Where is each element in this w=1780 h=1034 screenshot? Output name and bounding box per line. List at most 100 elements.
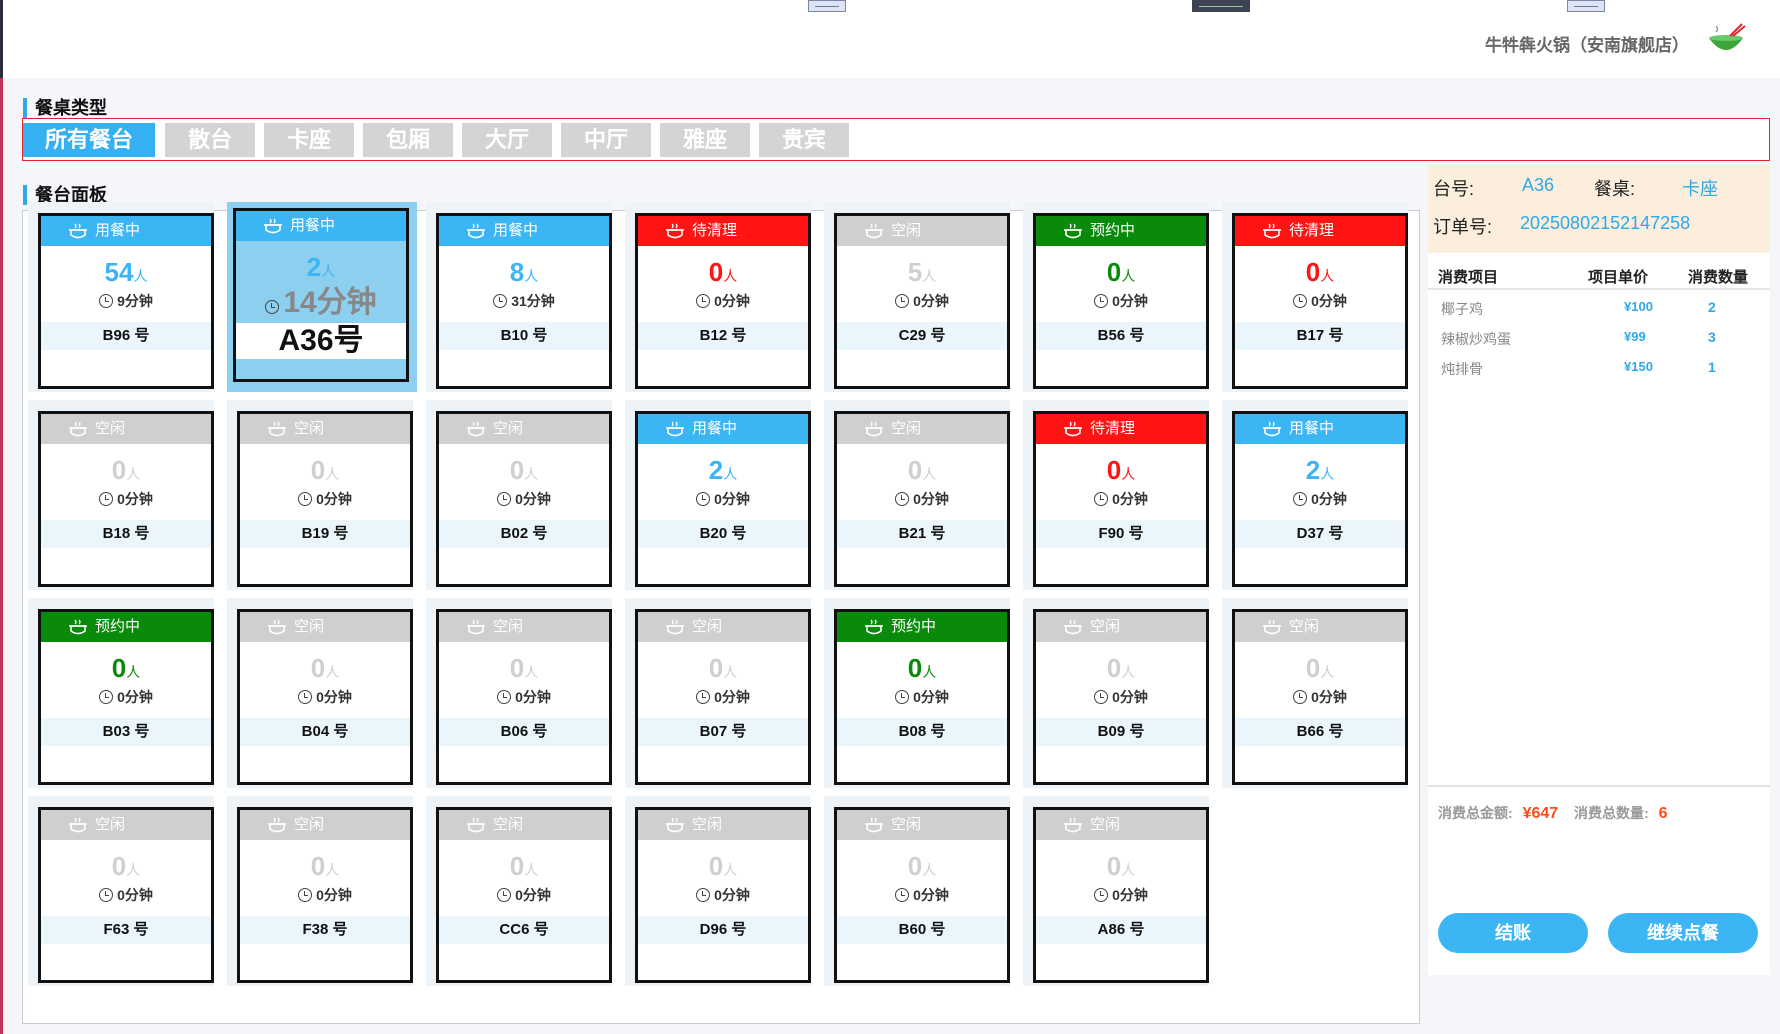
table-card[interactable]: 待清理 0人 0分钟 B12 号 xyxy=(635,213,811,389)
clock-icon xyxy=(99,690,114,704)
list-item[interactable]: 椰子鸡 ¥100 2 xyxy=(1428,293,1770,323)
table-card[interactable]: 空闲 0人 0分钟 B60 号 xyxy=(834,807,1010,983)
table-status-header: 用餐中 xyxy=(236,211,406,241)
people-count: 0 xyxy=(509,455,525,485)
continue-order-button[interactable]: 继续点餐 xyxy=(1608,913,1758,953)
table-cell: 用餐中 2人 0分钟 B20 号 xyxy=(625,400,811,590)
duration-value: 0分钟 xyxy=(1112,887,1148,903)
table-people: 0人 xyxy=(240,454,410,486)
table-card[interactable]: 用餐中 54人 9分钟 B96 号 xyxy=(38,213,214,389)
table-duration: 0分钟 xyxy=(41,882,211,908)
table-status-header: 空闲 xyxy=(1036,810,1206,840)
table-card[interactable]: 空闲 0人 0分钟 B09 号 xyxy=(1033,609,1209,785)
table-card[interactable]: 用餐中 2人 14分钟 A36号 xyxy=(227,202,417,392)
table-card[interactable]: 空闲 0人 0分钟 F63 号 xyxy=(38,807,214,983)
table-card[interactable]: 空闲 0人 0分钟 B66 号 xyxy=(1232,609,1408,785)
table-card[interactable]: 空闲 0人 0分钟 B06 号 xyxy=(436,609,612,785)
items-header: 消费项目 项目单价 消费数量 xyxy=(1428,260,1770,290)
duration-value: 0分钟 xyxy=(913,293,949,309)
table-status: 空闲 xyxy=(294,816,325,833)
tab-0[interactable]: 所有餐台 xyxy=(23,123,155,157)
list-item[interactable]: 炖排骨 ¥150 1 xyxy=(1428,353,1770,383)
checkout-button[interactable]: 结账 xyxy=(1438,913,1588,953)
table-people: 0人 xyxy=(837,850,1007,882)
tab-3[interactable]: 包厢 xyxy=(363,123,453,157)
table-status: 空闲 xyxy=(891,816,922,833)
table-duration: 9分钟 xyxy=(41,288,211,314)
tab-5[interactable]: 中厅 xyxy=(561,123,651,157)
total-qty-label: 消费总数量: xyxy=(1574,805,1649,821)
table-name: A86 号 xyxy=(1036,916,1206,944)
table-duration: 0分钟 xyxy=(1036,882,1206,908)
table-card[interactable]: 预约中 0人 0分钟 B08 号 xyxy=(834,609,1010,785)
table-card[interactable]: 预约中 0人 0分钟 B03 号 xyxy=(38,609,214,785)
window-icon[interactable] xyxy=(808,0,846,12)
table-card[interactable]: 空闲 0人 0分钟 B07 号 xyxy=(635,609,811,785)
clock-icon xyxy=(497,690,512,704)
tab-7[interactable]: 贵宾 xyxy=(759,123,849,157)
table-card[interactable]: 待清理 0人 0分钟 F90 号 xyxy=(1033,411,1209,587)
table-card[interactable]: 用餐中 2人 0分钟 D37 号 xyxy=(1232,411,1408,587)
table-status-header: 用餐中 xyxy=(41,216,211,246)
window-icon[interactable] xyxy=(1567,0,1605,12)
table-status: 空闲 xyxy=(1090,816,1121,833)
table-card[interactable]: 预约中 0人 0分钟 B56 号 xyxy=(1033,213,1209,389)
clock-icon xyxy=(1094,888,1109,902)
table-card[interactable]: 空闲 0人 0分钟 CC6 号 xyxy=(436,807,612,983)
table-duration: 0分钟 xyxy=(837,684,1007,710)
people-unit: 人 xyxy=(1121,268,1136,284)
table-card[interactable]: 空闲 0人 0分钟 D96 号 xyxy=(635,807,811,983)
people-unit: 人 xyxy=(922,466,937,482)
order-no-value: 20250802152147258 xyxy=(1520,213,1691,233)
table-cell: 预约中 0人 0分钟 B08 号 xyxy=(824,598,1010,788)
table-card[interactable]: 空闲 0人 0分钟 B02 号 xyxy=(436,411,612,587)
table-card[interactable]: 用餐中 2人 0分钟 B20 号 xyxy=(635,411,811,587)
tab-6[interactable]: 雅座 xyxy=(660,123,750,157)
people-count: 0 xyxy=(310,455,326,485)
table-people: 0人 xyxy=(240,850,410,882)
table-status: 空闲 xyxy=(692,816,723,833)
people-count: 0 xyxy=(111,851,127,881)
table-no-label: 台号: xyxy=(1433,179,1475,199)
table-card[interactable]: 空闲 0人 0分钟 F38 号 xyxy=(237,807,413,983)
people-count: 0 xyxy=(708,653,724,683)
list-item[interactable]: 辣椒炒鸡蛋 ¥99 3 xyxy=(1428,323,1770,353)
table-card[interactable]: 空闲 0人 0分钟 B04 号 xyxy=(237,609,413,785)
table-cell: 空闲 0人 0分钟 CC6 号 xyxy=(426,796,612,986)
table-card[interactable]: 空闲 0人 0分钟 B19 号 xyxy=(237,411,413,587)
tab-4[interactable]: 大厅 xyxy=(462,123,552,157)
table-cell: 预约中 0人 0分钟 B56 号 xyxy=(1023,202,1209,392)
people-unit: 人 xyxy=(126,664,141,680)
table-card[interactable]: 待清理 0人 0分钟 B17 号 xyxy=(1232,213,1408,389)
people-unit: 人 xyxy=(723,862,738,878)
bowl-logo-icon xyxy=(1709,23,1746,50)
hotpot-icon xyxy=(264,218,282,234)
people-unit: 人 xyxy=(524,862,539,878)
people-unit: 人 xyxy=(723,268,738,284)
table-duration: 0分钟 xyxy=(638,486,808,512)
table-card[interactable]: 空闲 0人 0分钟 A86 号 xyxy=(1033,807,1209,983)
table-cell: 空闲 0人 0分钟 B66 号 xyxy=(1222,598,1408,788)
table-card[interactable]: 空闲 0人 0分钟 B18 号 xyxy=(38,411,214,587)
hotpot-icon xyxy=(1064,421,1082,437)
duration-value: 0分钟 xyxy=(316,689,352,705)
people-count: 0 xyxy=(310,851,326,881)
duration-value: 0分钟 xyxy=(1311,491,1347,507)
table-card[interactable]: 空闲 5人 0分钟 C29 号 xyxy=(834,213,1010,389)
table-name: D96 号 xyxy=(638,916,808,944)
table-duration: 0分钟 xyxy=(1036,486,1206,512)
tab-2[interactable]: 卡座 xyxy=(264,123,354,157)
clock-icon xyxy=(298,888,313,902)
table-name: B02 号 xyxy=(439,520,609,548)
table-status-header: 空闲 xyxy=(439,810,609,840)
clock-icon xyxy=(497,888,512,902)
table-status-header: 预约中 xyxy=(41,612,211,642)
table-people: 0人 xyxy=(837,454,1007,486)
table-card[interactable]: 空闲 0人 0分钟 B21 号 xyxy=(834,411,1010,587)
table-card[interactable]: 用餐中 8人 31分钟 B10 号 xyxy=(436,213,612,389)
monitor-icon[interactable] xyxy=(1192,0,1250,12)
tab-1[interactable]: 散台 xyxy=(165,123,255,157)
hotpot-icon xyxy=(666,817,684,833)
table-duration: 0分钟 xyxy=(1235,684,1405,710)
people-count: 54 xyxy=(104,257,134,287)
